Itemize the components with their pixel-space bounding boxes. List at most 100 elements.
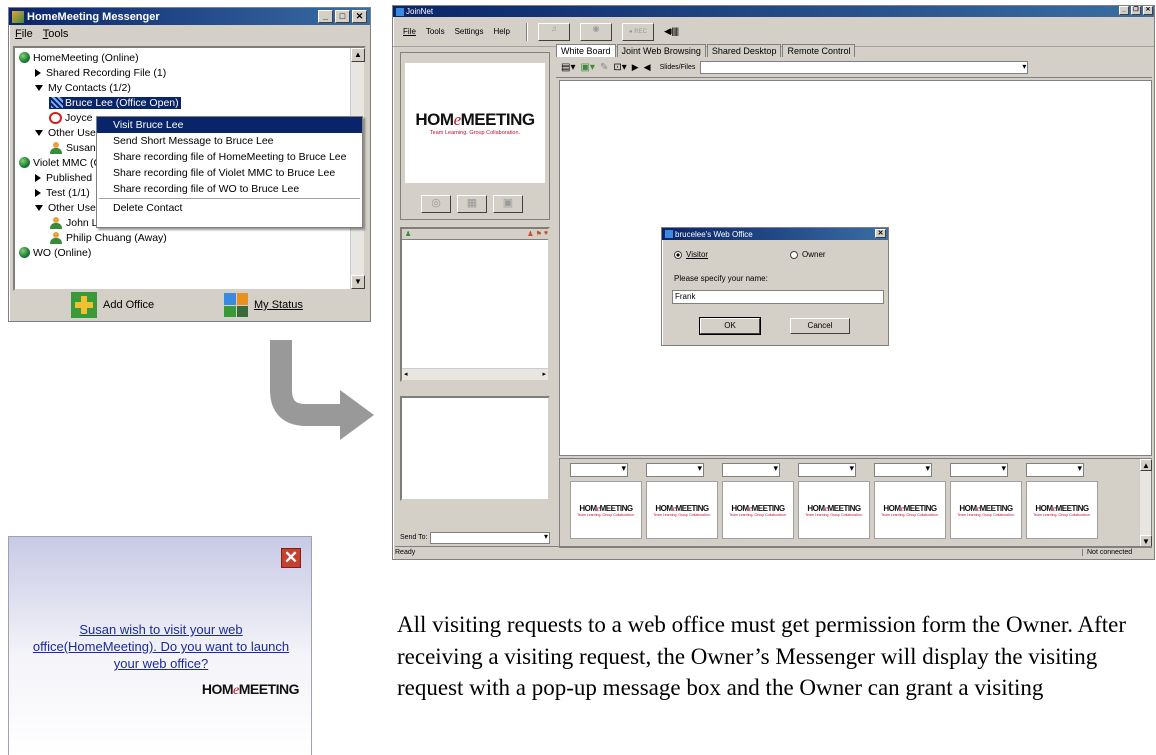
video-controls: ◎ ▦ ▣ [421,195,523,213]
menu-settings[interactable]: Settings [455,27,484,36]
participant-hscroll[interactable]: ◂ ▸ [402,368,548,380]
collapse-icon[interactable] [35,129,43,136]
participant-list: ♟ ♟ ⚑ ♥ ◂ ▸ [400,227,550,382]
web-office-dialog: brucelee's Web Office ✕ Visitor Owner Pl… [661,227,889,346]
my-status-button[interactable]: My Status [224,292,303,318]
contact-context-menu: Visit Bruce Lee Send Short Message to Br… [96,116,363,228]
office-open-icon [51,97,63,108]
globe-icon [19,247,30,258]
tree-contact-bruce[interactable]: Bruce Lee (Office Open) [19,95,360,110]
select-tool-icon[interactable]: ▤▾ [561,62,575,73]
expand-icon[interactable] [35,188,41,197]
dialog-titlebar[interactable]: brucelee's Web Office ✕ [662,228,888,240]
slide-thumbnail[interactable]: HOMeMEETINGTeam Learning. Group Collabor… [722,463,795,541]
slide-thumbnail[interactable]: HOMeMEETINGTeam Learning. Group Collabor… [874,463,947,541]
thumbnail-strip: HOMeMEETINGTeam Learning. Group Collabor… [559,458,1152,548]
users-icon[interactable]: ▦ [457,195,487,213]
cancel-button[interactable]: Cancel [790,318,850,334]
restore-icon[interactable]: ❐ [1131,6,1141,15]
thumb-select[interactable] [874,463,932,477]
camera-icon[interactable]: ◎ [421,195,451,213]
prev-icon[interactable]: ◀ [644,62,651,73]
thumb-select[interactable] [570,463,628,477]
thumb-select[interactable] [646,463,704,477]
slide-thumbnail[interactable]: HOMeMEETINGTeam Learning. Group Collabor… [798,463,871,541]
globe-icon [19,52,30,63]
expand-icon[interactable] [35,173,41,182]
thumb-select[interactable] [1026,463,1084,477]
menu-tools[interactable]: Tools [426,27,445,36]
thumb-select[interactable] [950,463,1008,477]
close-icon[interactable]: ✕ [281,548,301,568]
chat-area[interactable] [400,396,550,501]
slide-thumbnail[interactable]: HOMeMEETINGTeam Learning. Group Collabor… [950,463,1023,541]
menu-visit[interactable]: Visit Bruce Lee [97,117,362,133]
thumbnail-scrollbar[interactable]: ▲ ▼ [1139,459,1152,547]
menu-file[interactable]: File [15,28,33,40]
tab-joint-web-browsing[interactable]: Joint Web Browsing [616,44,706,57]
radio-unchecked-icon [790,250,798,259]
slides-select[interactable]: ▾ [700,61,1029,74]
slide-thumbnail[interactable]: HOMeMEETINGTeam Learning. Group Collabor… [646,463,719,541]
next-icon[interactable]: ▶ [632,62,639,73]
tree-shared-recording[interactable]: Shared Recording File (1) [19,65,360,80]
globe-icon [19,157,30,168]
menu-file[interactable]: File [403,27,416,36]
scroll-up-icon[interactable]: ▲ [351,48,365,62]
screen-icon[interactable]: ▣ [493,195,523,213]
video-button[interactable]: ◉ [579,22,612,41]
tab-remote-control[interactable]: Remote Control [782,44,856,57]
tree-office-homemeeting[interactable]: HomeMeeting (Online) [19,50,360,65]
close-icon[interactable]: ✕ [352,10,367,23]
menu-tools[interactable]: Tools [43,28,69,40]
audio-button[interactable]: ♫ [537,22,570,41]
slide-thumbnail[interactable]: HOMeMEETINGTeam Learning. Group Collabor… [1026,463,1099,541]
visit-request-message[interactable]: Susan wish to visit your web office(Home… [21,621,301,672]
add-office-button[interactable]: Add Office [71,292,154,318]
menu-send-message[interactable]: Send Short Message to Bruce Lee [97,133,362,149]
minimize-icon[interactable]: _ [318,10,333,23]
record-button[interactable]: ● REC [621,22,654,41]
minimize-icon[interactable]: _ [1119,6,1129,15]
maximize-icon[interactable]: □ [335,10,350,23]
collapse-icon[interactable] [35,204,43,211]
participant-column-icons: ♟ ⚑ ♥ [527,230,548,238]
caption-text: All visiting requests to a web office mu… [397,612,1127,700]
thumb-select[interactable] [722,463,780,477]
tab-shared-desktop[interactable]: Shared Desktop [706,44,782,57]
zoom-tool-icon[interactable]: ⊡▾ [613,62,626,73]
flow-arrow-icon [270,340,374,440]
menu-share-wo[interactable]: Share recording file of WO to Bruce Lee [97,181,362,197]
menu-share-homemeeting[interactable]: Share recording file of HomeMeeting to B… [97,149,362,165]
ok-button[interactable]: OK [699,317,761,335]
tree-contact-philip[interactable]: Philip Chuang (Away) [19,230,360,245]
user-icon [49,141,63,154]
image-tool-icon[interactable]: ▣▾ [580,62,594,73]
send-to-select[interactable]: ▾ [429,531,550,544]
thumb-select[interactable] [798,463,856,477]
visitor-radio[interactable]: Visitor [674,250,708,259]
menu-share-violet[interactable]: Share recording file of Violet MMC to Br… [97,165,362,181]
tree-office-wo[interactable]: WO (Online) [19,245,360,260]
tree-my-contacts[interactable]: My Contacts (1/2) [19,80,360,95]
joinnet-titlebar[interactable]: JoinNet _ ❐ ✕ [393,6,1154,17]
slides-label: Slides/Files [659,64,696,71]
menu-delete-contact[interactable]: Delete Contact [97,200,362,216]
slide-thumbnail[interactable]: HOMeMEETINGTeam Learning. Group Collabor… [570,463,643,541]
collapse-icon[interactable] [35,84,43,91]
pen-tool-icon[interactable]: ✎ [600,62,608,73]
name-prompt: Please specify your name: [674,274,768,283]
tab-white-board[interactable]: White Board [556,44,616,57]
expand-icon[interactable] [35,68,41,77]
name-input[interactable]: Frank [672,290,884,304]
close-icon[interactable]: ✕ [1143,6,1153,15]
menu-help[interactable]: Help [493,27,509,36]
messenger-titlebar[interactable]: HomeMeeting Messenger _ □ ✕ [9,8,370,25]
scroll-up-icon[interactable]: ▲ [1140,459,1152,471]
close-icon[interactable]: ✕ [875,229,886,238]
scroll-down-icon[interactable]: ▼ [351,275,365,289]
status-icon [224,293,248,317]
toolbar-divider [525,22,528,41]
messenger-title: HomeMeeting Messenger [27,10,160,23]
owner-radio[interactable]: Owner [790,250,826,259]
